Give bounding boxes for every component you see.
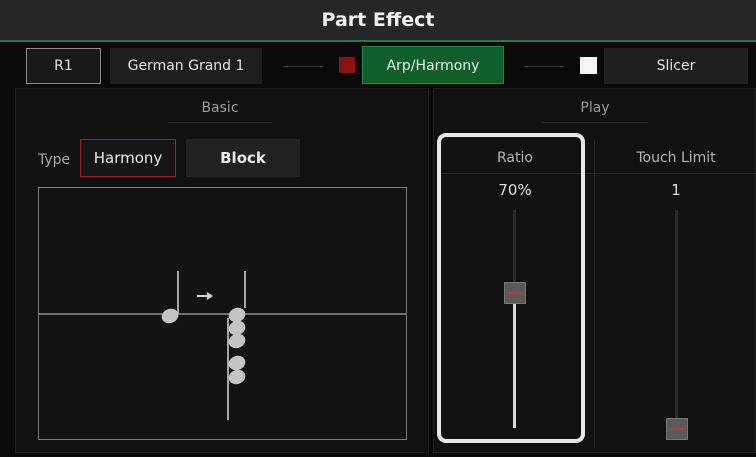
type-block-button[interactable]: Block	[186, 139, 300, 177]
part-select-button[interactable]: R1	[26, 48, 101, 84]
touch-limit-value: 1	[671, 181, 681, 199]
touch-limit-slider-track[interactable]	[675, 210, 678, 428]
title-underline	[0, 40, 756, 42]
harmony-diagram	[38, 187, 407, 440]
slicer-button[interactable]: Slicer	[604, 48, 748, 84]
column-divider	[594, 140, 595, 448]
arp-harmony-toggle[interactable]	[339, 57, 355, 73]
ratio-column-highlight	[437, 133, 585, 443]
section-divider	[542, 122, 648, 123]
voice-select-button[interactable]: German Grand 1	[110, 48, 262, 84]
chord-notes-icon	[227, 271, 246, 420]
arp-harmony-button[interactable]: Arp/Harmony	[362, 46, 504, 84]
touch-limit-header: Touch Limit	[636, 150, 716, 166]
touch-limit-thumb-mark	[669, 428, 685, 430]
basic-section-title: Basic	[201, 100, 239, 116]
right-arrow-icon	[197, 292, 213, 300]
slicer-toggle[interactable]	[580, 57, 597, 74]
section-divider	[168, 122, 272, 123]
type-harmony-button[interactable]: Harmony	[80, 139, 176, 177]
page-title: Part Effect	[321, 9, 435, 31]
type-label: Type	[38, 152, 71, 168]
connector-line	[283, 66, 323, 67]
harmony-diagram-graphic	[39, 271, 406, 420]
connector-line	[524, 66, 564, 67]
play-section-title: Play	[580, 100, 610, 116]
music-note-icon	[161, 271, 179, 324]
